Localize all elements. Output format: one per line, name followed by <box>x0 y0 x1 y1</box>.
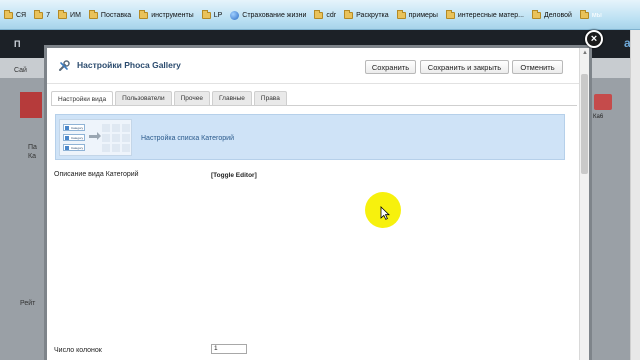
scroll-up-icon[interactable]: ▲ <box>581 50 589 58</box>
info-panel: Category Category Category Настройка спи… <box>55 114 565 160</box>
folder-icon <box>4 10 13 19</box>
folder-icon <box>579 10 589 19</box>
modal-title: Настройки Phoca Gallery <box>77 60 181 70</box>
tab-other[interactable]: Прочее <box>173 91 210 105</box>
folder-icon <box>314 10 324 19</box>
folder-icon <box>532 10 541 19</box>
bookmark-label: cdr <box>326 12 337 19</box>
background-right-label: Кa6 <box>593 114 604 120</box>
tools-icon <box>59 60 70 71</box>
preview-category-item: Category <box>63 124 85 131</box>
bookmark-item[interactable]: мы <box>579 10 602 20</box>
save-and-close-button[interactable]: Сохранить и закрыть <box>420 60 509 74</box>
bookmark-item[interactable]: LP <box>201 10 223 20</box>
bookmark-label: СЯ <box>16 12 27 19</box>
close-icon[interactable]: × <box>585 30 603 48</box>
bookmarks-bar: СЯ 7 ИМ Поставка инструменты LP Страхование жи… <box>0 0 640 30</box>
bookmark-label: Деловой <box>544 12 572 19</box>
folder-icon <box>88 10 98 19</box>
tab-divider <box>51 105 577 106</box>
background-left-text-2: Ка <box>28 153 36 160</box>
background-right-icon <box>594 94 612 110</box>
category-preview-image: Category Category Category <box>59 119 132 156</box>
tab-users[interactable]: Пользователи <box>115 91 172 105</box>
cancel-button[interactable]: Отменить <box>512 60 563 74</box>
save-button[interactable]: Сохранить <box>365 60 416 74</box>
info-text: Настройка списка Категорий <box>141 135 235 142</box>
bookmark-item[interactable]: cdr <box>314 10 337 20</box>
bookmark-item[interactable]: интересные матер... <box>445 10 524 20</box>
bookmark-item[interactable]: ИМ <box>58 10 81 20</box>
bookmark-label: примеры <box>408 12 438 19</box>
background-logo-box <box>20 92 42 118</box>
page-scrollbar[interactable] <box>630 30 640 360</box>
bookmark-item[interactable]: Страхование жизни <box>230 11 306 20</box>
folder-icon <box>201 10 211 19</box>
bookmark-label: мы <box>591 12 602 19</box>
columns-label: Число колонок <box>54 347 102 354</box>
columns-input[interactable]: 1 <box>211 344 247 354</box>
tab-permissions[interactable]: Права <box>253 91 287 105</box>
folder-icon <box>445 10 455 19</box>
preview-category-item: Category <box>63 144 85 151</box>
description-label: Описание вида Категорий <box>54 171 139 178</box>
bookmark-label: интересные матер... <box>457 12 524 19</box>
bookmark-label: LP <box>213 12 223 19</box>
modal-scrollbar[interactable]: ▲ <box>579 48 589 360</box>
bookmark-label: ИМ <box>70 12 81 19</box>
arrow-right-icon <box>89 132 101 140</box>
preview-grid <box>102 124 130 152</box>
folder-icon <box>58 10 68 19</box>
bookmark-item[interactable]: Деловой <box>532 10 572 20</box>
bookmarks-row: СЯ 7 ИМ Поставка инструменты LP Страхование жи… <box>4 10 610 20</box>
background-toolbar-text: Сай <box>14 67 27 74</box>
bookmark-item[interactable]: СЯ <box>4 10 27 20</box>
tab-bar: Настройки вида Пользователи Прочее Главн… <box>51 91 287 106</box>
bookmark-item[interactable]: Раскрутка <box>344 10 389 20</box>
preview-category-item: Category <box>63 134 85 141</box>
modal-scrollbar-thumb[interactable] <box>581 74 588 174</box>
tab-main[interactable]: Главные <box>212 91 252 105</box>
bookmark-item[interactable]: 7 <box>34 10 51 20</box>
bookmark-label: Страхование жизни <box>242 12 307 19</box>
tab-view-settings[interactable]: Настройки вида <box>51 91 114 106</box>
folder-icon <box>396 10 406 19</box>
background-left-text-3: Рейт <box>20 300 36 307</box>
folder-icon <box>139 10 149 19</box>
mouse-pointer-icon <box>380 206 390 220</box>
modal-header: Настройки Phoca Gallery Сохранить Сохран… <box>47 48 579 84</box>
bookmark-label: Поставка <box>100 12 132 19</box>
toggle-editor-link[interactable]: [Toggle Editor] <box>211 172 257 179</box>
settings-modal: Настройки Phoca Gallery Сохранить Сохран… <box>47 48 589 360</box>
bookmark-item[interactable]: инструменты <box>139 10 194 20</box>
background-left-text-1: Па <box>28 144 37 151</box>
folder-icon <box>34 10 44 19</box>
background-header-text: П <box>14 39 21 49</box>
bookmark-label: инструменты <box>151 12 194 19</box>
bookmark-item[interactable]: Поставка <box>88 10 132 20</box>
bookmark-label: Раскрутка <box>356 12 389 19</box>
bookmark-label: 7 <box>46 12 51 19</box>
globe-icon <box>230 11 240 20</box>
bookmark-item[interactable]: примеры <box>396 10 438 20</box>
folder-icon <box>344 10 354 19</box>
